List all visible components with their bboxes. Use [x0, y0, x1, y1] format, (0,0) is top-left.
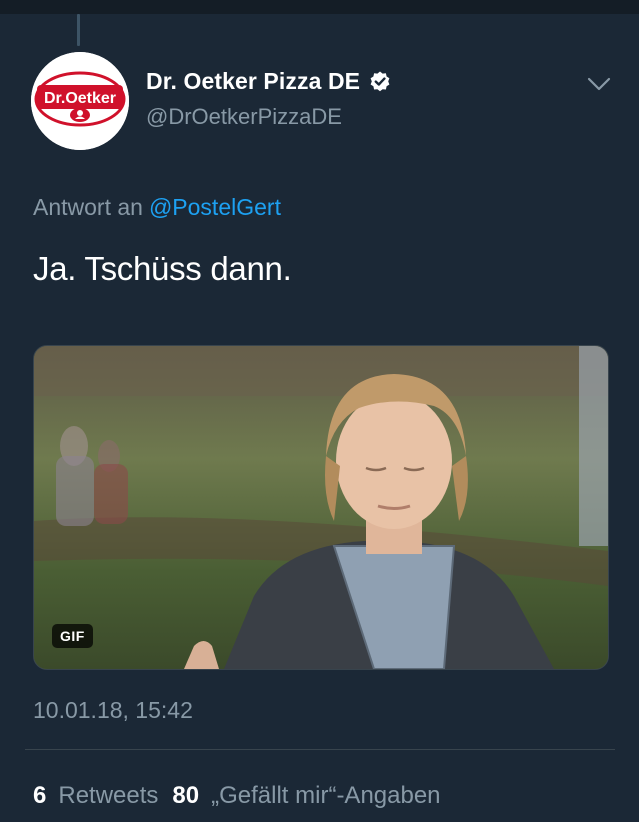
top-strip — [0, 0, 639, 14]
likes-count: 80 — [172, 782, 200, 809]
display-name[interactable]: Dr. Oetker Pizza DE — [146, 68, 360, 95]
reply-prefix: Antwort an — [33, 194, 143, 220]
reply-mention-link[interactable]: @PostelGert — [149, 194, 281, 220]
author-name-row[interactable]: Dr. Oetker Pizza DE — [146, 68, 392, 95]
retweets-label: Retweets — [58, 782, 159, 809]
divider — [25, 749, 615, 750]
gif-media[interactable] — [33, 345, 609, 670]
likes-label: „Gefällt mir“-Angaben — [211, 782, 441, 809]
retweets-count: 6 — [33, 782, 47, 809]
likes-stat[interactable]: 80 „Gefällt mir“-Angaben — [172, 782, 440, 809]
reply-context: Antwort an @PostelGert — [33, 194, 281, 221]
thread-connector-line — [77, 14, 80, 46]
gif-still-image — [34, 346, 608, 669]
tweet-timestamp[interactable]: 10.01.18, 15:42 — [33, 697, 193, 724]
avatar[interactable]: Dr.Oetker — [31, 52, 129, 150]
dr-oetker-logo: Dr.Oetker — [31, 52, 129, 150]
gif-badge: GIF — [52, 624, 93, 648]
author-handle[interactable]: @DrOetkerPizzaDE — [146, 104, 342, 130]
chevron-down-icon[interactable] — [586, 74, 612, 94]
verified-badge-icon — [370, 71, 390, 91]
tweet-stats: 6 Retweets 80 „Gefällt mir“-Angaben — [33, 782, 441, 810]
avatar-logo-text: Dr.Oetker — [44, 90, 116, 107]
tweet-text: Ja. Tschüss dann. — [33, 250, 292, 287]
retweets-stat[interactable]: 6 Retweets — [33, 782, 158, 809]
